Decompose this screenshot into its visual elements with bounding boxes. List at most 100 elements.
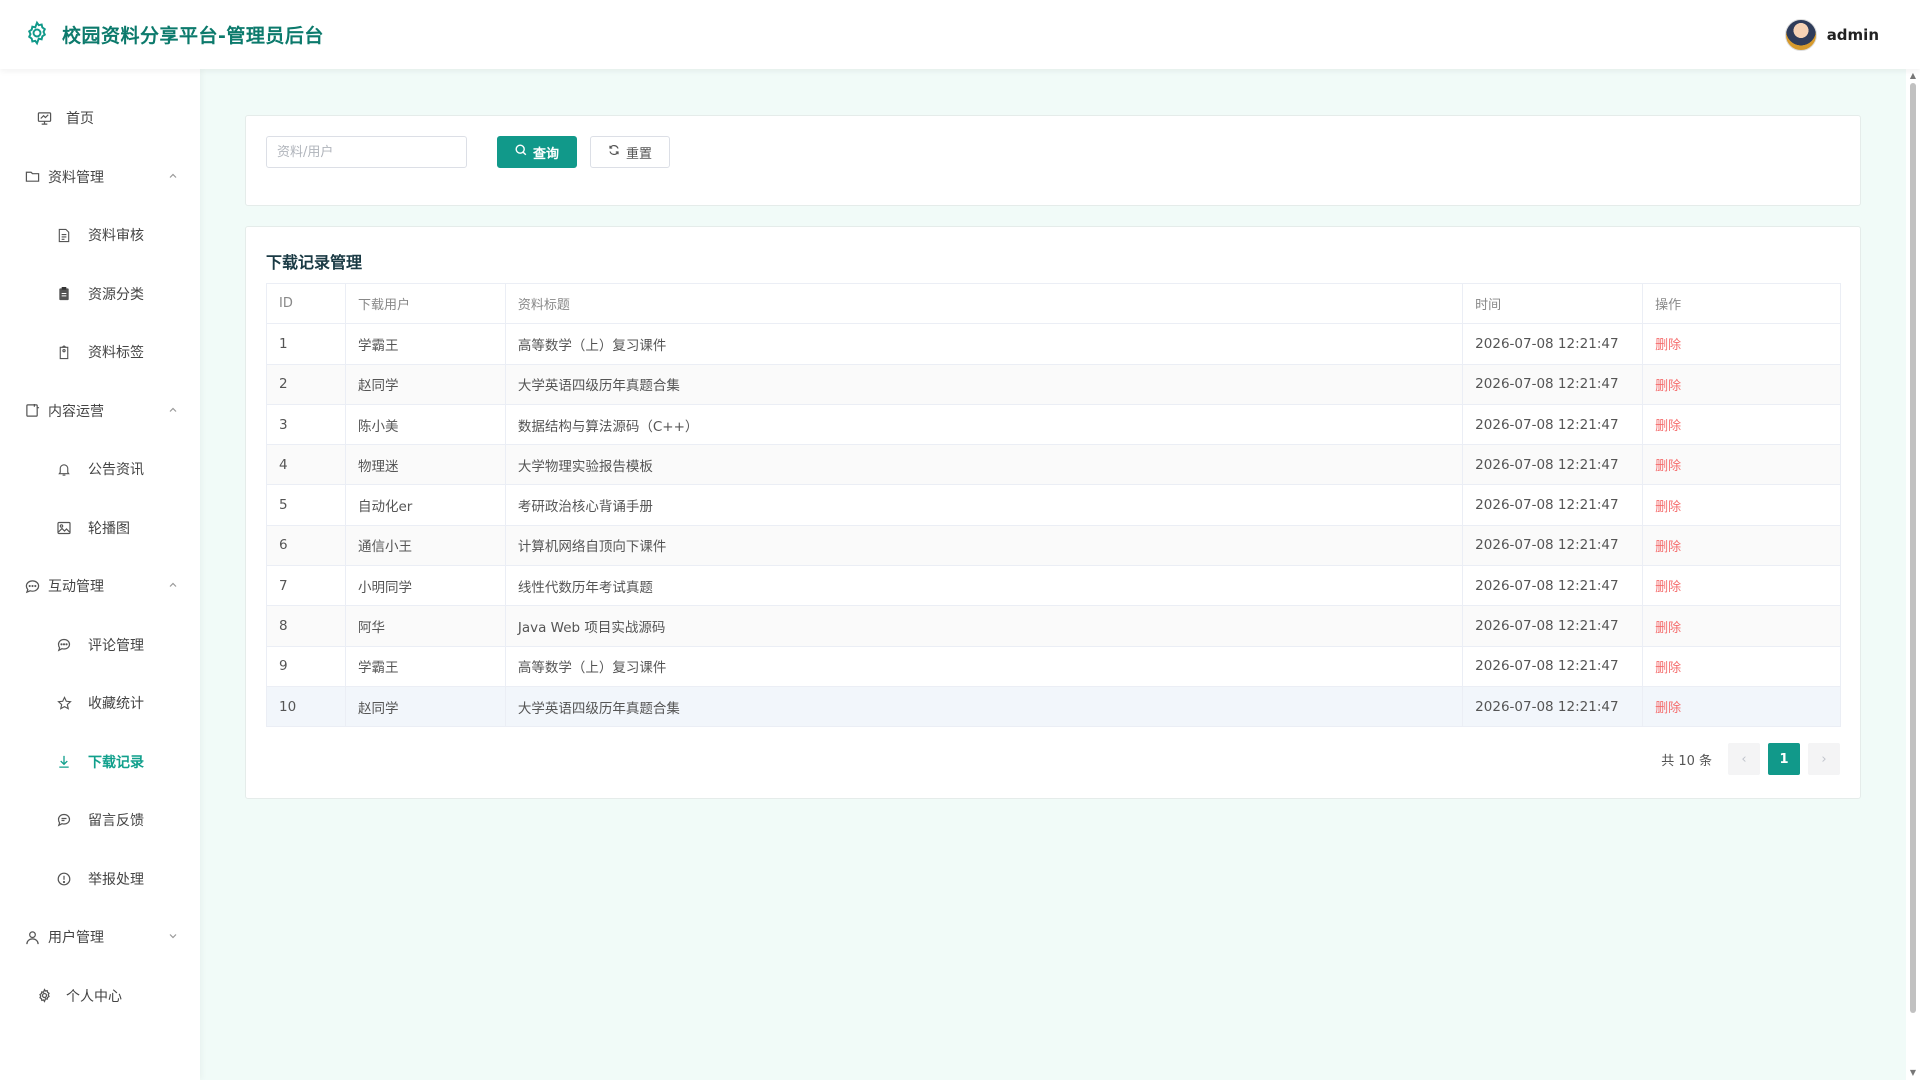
sidebar-group-interaction[interactable]: 互动管理	[0, 557, 200, 616]
reset-button[interactable]: 重置	[590, 136, 670, 168]
sidebar-group-users[interactable]: 用户管理	[0, 908, 200, 967]
prev-page-button[interactable]: ‹	[1728, 743, 1760, 775]
sidebar-group-label: 内容运营	[48, 403, 104, 420]
sidebar-item-tags[interactable]: 资料标签	[0, 323, 200, 382]
sidebar-item-profile[interactable]: 个人中心	[0, 967, 200, 1026]
sidebar-item-review[interactable]: 资料审核	[0, 206, 200, 265]
avatar[interactable]	[1784, 18, 1817, 51]
scroll-up-icon[interactable]: ▲	[1908, 71, 1918, 81]
search-icon	[515, 144, 527, 160]
sidebar-item-categories[interactable]: 资源分类	[0, 265, 200, 324]
cell-action: 删除	[1642, 524, 1841, 567]
section-title: 下载记录管理	[266, 253, 363, 272]
sidebar-item-home[interactable]: 首页	[0, 89, 200, 148]
sidebar-group-label: 互动管理	[48, 579, 104, 596]
sidebar-item-label: 资料标签	[88, 345, 144, 362]
cell-action: 删除	[1642, 484, 1841, 526]
table-row: 4 物理迷 大学物理实验报告模板 2026-07-08 12:21:47 删除	[266, 444, 1841, 486]
reset-button-label: 重置	[625, 146, 652, 162]
cell-time: 2026-07-08 12:21:47	[1462, 685, 1644, 728]
cell-id: 6	[266, 524, 346, 567]
settings-icon	[36, 988, 52, 1004]
dashboard-icon	[36, 110, 52, 126]
search-panel: 查询 重置	[245, 115, 1861, 206]
delete-button[interactable]: 删除	[1655, 379, 1681, 394]
cell-title: Java Web 项目实战源码	[504, 605, 1464, 647]
clipboard-icon	[56, 286, 72, 302]
table-row: 5 自动化er 考研政治核心背诵手册 2026-07-08 12:21:47 删…	[266, 484, 1841, 526]
sidebar-group-content[interactable]: 内容运营	[0, 382, 200, 441]
cell-time: 2026-07-08 12:21:47	[1462, 484, 1644, 526]
sidebar-item-comments[interactable]: 评论管理	[0, 616, 200, 675]
delete-button[interactable]: 删除	[1655, 580, 1681, 595]
page-scrollbar[interactable]: ▲ ▼	[1906, 69, 1920, 1080]
cell-title: 高等数学（上）复习课件	[504, 323, 1464, 365]
cell-time: 2026-07-08 12:21:47	[1462, 403, 1644, 446]
delete-button[interactable]: 删除	[1655, 500, 1681, 515]
cell-id: 4	[266, 444, 346, 486]
chat-icon	[24, 578, 40, 594]
query-button-label: 查询	[532, 146, 559, 162]
cell-action: 删除	[1642, 363, 1841, 405]
next-page-button[interactable]: ›	[1808, 743, 1840, 775]
chevron-down-icon	[168, 929, 178, 945]
sidebar-item-downloads[interactable]: 下载记录	[0, 733, 200, 792]
sidebar-group-materials[interactable]: 资料管理	[0, 148, 200, 207]
column-header-id: ID	[266, 282, 346, 325]
cell-time: 2026-07-08 12:21:47	[1462, 565, 1644, 607]
sidebar-item-favorites[interactable]: 收藏统计	[0, 674, 200, 733]
sidebar-group-label: 用户管理	[48, 930, 104, 947]
cell-user: 赵同学	[344, 363, 506, 405]
cell-title: 数据结构与算法源码（C++）	[504, 403, 1464, 446]
cell-time: 2026-07-08 12:21:47	[1462, 363, 1644, 405]
cell-action: 删除	[1642, 605, 1841, 647]
delete-button[interactable]: 删除	[1655, 661, 1681, 676]
search-input[interactable]	[266, 136, 467, 168]
table-row: 10 赵同学 大学英语四级历年真题合集 2026-07-08 12:21:47 …	[266, 685, 1841, 728]
table-row: 2 赵同学 大学英语四级历年真题合集 2026-07-08 12:21:47 删…	[266, 363, 1841, 405]
delete-button[interactable]: 删除	[1655, 338, 1681, 353]
cell-title: 计算机网络自顶向下课件	[504, 524, 1464, 567]
cell-title: 高等数学（上）复习课件	[504, 645, 1464, 687]
column-header-user: 下载用户	[344, 282, 506, 325]
delete-button[interactable]: 删除	[1655, 540, 1681, 555]
tag-icon	[56, 344, 72, 360]
cell-time: 2026-07-08 12:21:47	[1462, 444, 1644, 486]
cell-action: 删除	[1642, 685, 1841, 728]
top-header: 校园资料分享平台-管理员后台 admin	[0, 0, 1920, 69]
cell-id: 5	[266, 484, 346, 526]
comment-icon	[56, 637, 72, 653]
cell-user: 学霸王	[344, 323, 506, 365]
sidebar-item-announcements[interactable]: 公告资讯	[0, 440, 200, 499]
sidebar-item-label: 评论管理	[88, 637, 144, 654]
scroll-down-icon[interactable]: ▼	[1908, 1068, 1918, 1078]
user-icon	[24, 929, 40, 945]
column-header-time: 时间	[1462, 282, 1644, 325]
delete-button[interactable]: 删除	[1655, 701, 1681, 716]
table-row: 6 通信小王 计算机网络自顶向下课件 2026-07-08 12:21:47 删…	[266, 524, 1841, 567]
delete-button[interactable]: 删除	[1655, 419, 1681, 434]
cell-id: 2	[266, 363, 346, 405]
brand[interactable]: 校园资料分享平台-管理员后台	[24, 20, 324, 50]
sidebar-item-feedback[interactable]: 留言反馈	[0, 791, 200, 850]
sidebar-item-label: 留言反馈	[88, 813, 144, 830]
cell-user: 自动化er	[344, 484, 506, 526]
chevron-up-icon	[168, 578, 178, 594]
delete-button[interactable]: 删除	[1655, 621, 1681, 636]
sidebar-item-carousel[interactable]: 轮播图	[0, 499, 200, 558]
cell-id: 1	[266, 323, 346, 365]
cell-user: 赵同学	[344, 685, 506, 728]
page-number-button[interactable]: 1	[1768, 743, 1800, 775]
username: admin	[1826, 25, 1879, 44]
column-header-action: 操作	[1642, 282, 1841, 325]
user-menu[interactable]: admin	[1784, 18, 1879, 51]
cell-title: 大学英语四级历年真题合集	[504, 363, 1464, 405]
query-button[interactable]: 查询	[497, 136, 577, 168]
cell-action: 删除	[1642, 444, 1841, 486]
scrollbar-thumb[interactable]	[1910, 83, 1916, 1013]
sidebar-item-reports[interactable]: 举报处理	[0, 850, 200, 909]
cell-action: 删除	[1642, 403, 1841, 446]
delete-button[interactable]: 删除	[1655, 459, 1681, 474]
sidebar-item-label: 首页	[66, 111, 94, 128]
sidebar-item-label: 资源分类	[88, 286, 144, 303]
